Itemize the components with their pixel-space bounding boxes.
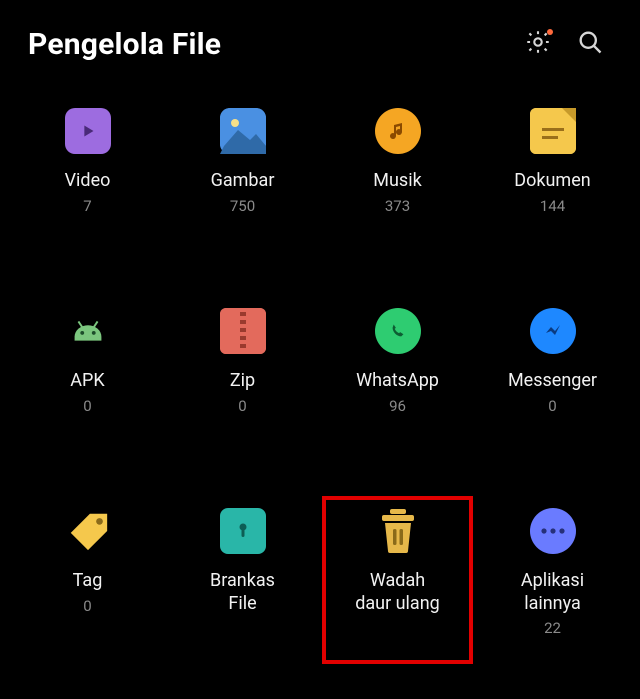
tag-icon — [65, 508, 111, 554]
category-aplikasi-lainnya[interactable]: Aplikasi lainnya 22 — [475, 508, 630, 658]
category-label: Brankas File — [210, 570, 275, 615]
category-count: 0 — [83, 397, 91, 415]
category-count: 22 — [544, 619, 561, 637]
image-icon — [220, 108, 266, 154]
category-label: Messenger — [508, 370, 597, 393]
category-whatsapp[interactable]: WhatsApp 96 — [320, 308, 475, 458]
category-label: Dokumen — [514, 170, 590, 193]
document-icon — [530, 108, 576, 154]
notification-dot — [547, 29, 553, 35]
app-header: Pengelola File — [0, 0, 640, 78]
category-count: 0 — [548, 397, 556, 415]
category-apk[interactable]: APK 0 — [10, 308, 165, 458]
category-video[interactable]: Video 7 — [10, 108, 165, 258]
category-messenger[interactable]: Messenger 0 — [475, 308, 630, 458]
search-icon — [576, 28, 604, 60]
whatsapp-icon — [375, 308, 421, 354]
play-icon — [65, 108, 111, 154]
android-icon — [65, 308, 111, 354]
category-label: Video — [65, 170, 111, 193]
category-label: APK — [70, 370, 104, 393]
messenger-icon — [530, 308, 576, 354]
category-dokumen[interactable]: Dokumen 144 — [475, 108, 630, 258]
category-label: Zip — [230, 370, 255, 393]
category-count: 750 — [230, 197, 255, 215]
category-count: 0 — [238, 397, 246, 415]
category-label: Gambar — [211, 170, 275, 193]
settings-button[interactable] — [516, 22, 560, 66]
music-icon — [375, 108, 421, 154]
category-count: 373 — [385, 197, 410, 215]
category-grid: Video 7 Gambar 750 Musik 373 Dokumen 144… — [0, 78, 640, 668]
category-label: WhatsApp — [356, 370, 439, 393]
category-count: 144 — [540, 197, 565, 215]
category-label: Musik — [373, 170, 421, 193]
category-count: 0 — [83, 597, 91, 615]
category-label: Tag — [73, 570, 103, 593]
category-brankas-file[interactable]: Brankas File — [165, 508, 320, 658]
zip-icon — [220, 308, 266, 354]
category-label: Aplikasi lainnya — [521, 570, 584, 615]
category-gambar[interactable]: Gambar 750 — [165, 108, 320, 258]
page-title: Pengelola File — [28, 27, 508, 62]
search-button[interactable] — [568, 22, 612, 66]
category-musik[interactable]: Musik 373 — [320, 108, 475, 258]
category-wadah-daur-ulang[interactable]: Wadah daur ulang — [320, 508, 475, 658]
category-label: Wadah daur ulang — [355, 570, 440, 615]
vault-icon — [220, 508, 266, 554]
more-icon — [530, 508, 576, 554]
category-zip[interactable]: Zip 0 — [165, 308, 320, 458]
category-count: 96 — [389, 397, 406, 415]
trash-icon — [375, 508, 421, 554]
category-count: 7 — [83, 197, 91, 215]
category-tag[interactable]: Tag 0 — [10, 508, 165, 658]
